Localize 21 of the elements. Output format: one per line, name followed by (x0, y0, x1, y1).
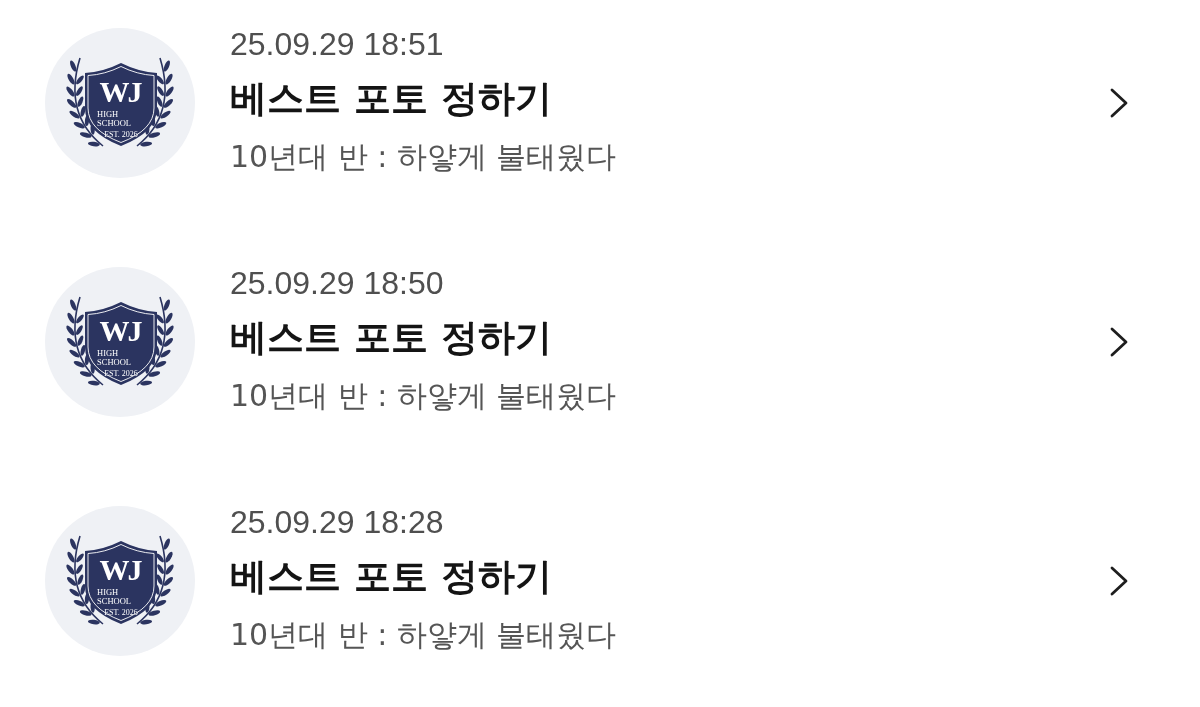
timestamp: 25.09.29 18:51 (230, 28, 444, 59)
chevron-right-icon[interactable] (1110, 88, 1128, 118)
logo-monogram: WJ (99, 75, 141, 108)
chevron-right-icon[interactable] (1110, 566, 1128, 596)
notification-message: 10년대 반 : 하얗게 불태웠다 (230, 137, 617, 176)
logo-subtitle: HIGH SCHOOL (97, 109, 131, 128)
logo-established: EST. 2026 (104, 607, 138, 617)
chevron-right-icon[interactable] (1110, 327, 1128, 357)
notification-title: 베스트 포토 정하기 (230, 553, 552, 600)
logo-subtitle: HIGH SCHOOL (97, 348, 131, 367)
logo-monogram: WJ (99, 314, 141, 347)
notification-title: 베스트 포토 정하기 (230, 314, 552, 361)
logo-monogram: WJ (99, 553, 141, 586)
logo-subtitle: HIGH SCHOOL (97, 587, 131, 606)
timestamp: 25.09.29 18:28 (230, 506, 444, 537)
notification-title: 베스트 포토 정하기 (230, 75, 552, 122)
notification-message: 10년대 반 : 하얗게 불태웠다 (230, 615, 617, 654)
logo-established: EST. 2026 (104, 129, 138, 139)
timestamp: 25.09.29 18:50 (230, 267, 444, 298)
notification-message: 10년대 반 : 하얗게 불태웠다 (230, 376, 617, 415)
logo-established: EST. 2026 (104, 368, 138, 378)
